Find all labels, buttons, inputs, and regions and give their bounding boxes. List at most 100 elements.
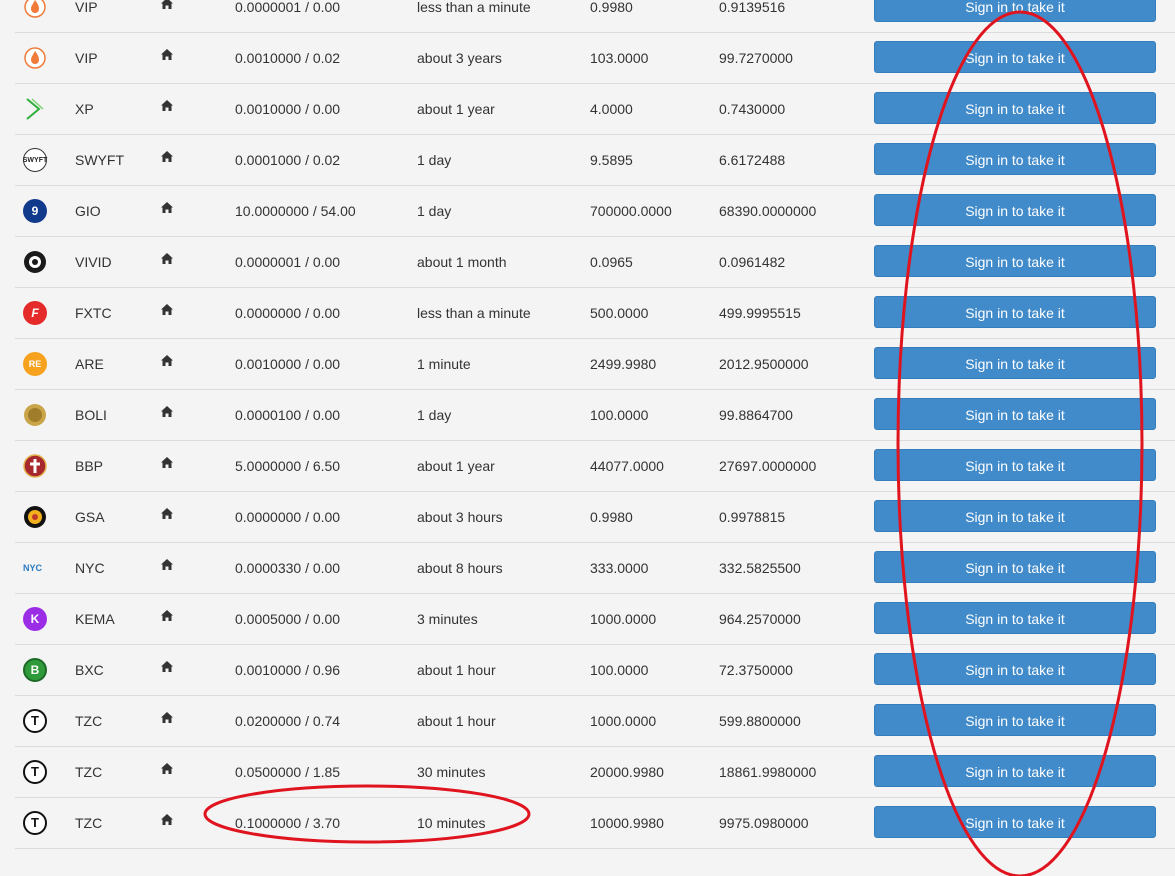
bbp-cross-icon	[23, 454, 47, 478]
sign-in-to-take-button[interactable]: Sign in to take it	[874, 602, 1156, 634]
claim-interval: about 1 hour	[417, 662, 496, 678]
faucet-table: VIP 0.0000001 / 0.00 less than a minute 0.9…	[15, 0, 1175, 849]
home-icon[interactable]	[161, 661, 173, 672]
faucet-remaining: 0.0961482	[719, 254, 786, 270]
faucet-remaining: 99.8864700	[719, 407, 793, 423]
faucet-total: 10000.9980	[590, 815, 664, 831]
boli-coin-icon	[23, 403, 47, 427]
faucet-remaining: 68390.0000000	[719, 203, 817, 219]
reward-amount: 0.0010000 / 0.02	[235, 50, 341, 66]
table-row: T TZC 0.0200000 / 0.74 about 1 hour 1000.000…	[15, 696, 1175, 747]
faucet-remaining: 99.7270000	[719, 50, 793, 66]
coin-symbol: VIVID	[75, 254, 112, 270]
sign-in-to-take-button[interactable]: Sign in to take it	[874, 704, 1156, 736]
sign-in-to-take-button[interactable]: Sign in to take it	[874, 0, 1156, 22]
kema-icon: K	[23, 607, 47, 631]
faucet-total: 9.5895	[590, 152, 633, 168]
reward-amount: 0.0000000 / 0.00	[235, 305, 341, 321]
claim-interval: about 1 year	[417, 101, 495, 117]
coin-symbol: TZC	[75, 815, 103, 831]
table-row: 9 GIO 10.0000000 / 54.00 1 day 700000.0000 68…	[15, 186, 1175, 237]
table-row: XP 0.0010000 / 0.00 about 1 year 4.0000 0.74…	[15, 84, 1175, 135]
sign-in-to-take-button[interactable]: Sign in to take it	[874, 296, 1156, 328]
home-icon[interactable]	[161, 457, 173, 468]
claim-interval: 30 minutes	[417, 764, 486, 780]
sign-in-to-take-button[interactable]: Sign in to take it	[874, 449, 1156, 481]
sign-in-to-take-button[interactable]: Sign in to take it	[874, 653, 1156, 685]
faucet-total: 0.9980	[590, 0, 633, 15]
faucet-total: 333.0000	[590, 560, 649, 576]
faucet-remaining: 9975.0980000	[719, 815, 809, 831]
claim-interval: about 3 years	[417, 50, 502, 66]
sign-in-to-take-button[interactable]: Sign in to take it	[874, 143, 1156, 175]
coin-symbol: GSA	[75, 509, 105, 525]
faucet-remaining: 18861.9980000	[719, 764, 817, 780]
sign-in-to-take-button[interactable]: Sign in to take it	[874, 194, 1156, 226]
xp-arrow-icon	[23, 97, 47, 121]
home-icon[interactable]	[161, 253, 173, 264]
sign-in-to-take-button[interactable]: Sign in to take it	[874, 755, 1156, 787]
home-icon[interactable]	[161, 508, 173, 519]
sign-in-to-take-button[interactable]: Sign in to take it	[874, 41, 1156, 73]
faucet-remaining: 332.5825500	[719, 560, 801, 576]
home-icon[interactable]	[161, 814, 173, 825]
faucet-total: 0.9980	[590, 509, 633, 525]
faucet-total: 2499.9980	[590, 356, 657, 372]
reward-amount: 0.0001000 / 0.02	[235, 152, 341, 168]
table-row: T TZC 0.1000000 / 3.70 10 minutes 10000.9980…	[15, 798, 1175, 849]
home-icon[interactable]	[161, 712, 173, 723]
home-icon[interactable]	[161, 763, 173, 774]
faucet-remaining: 599.8800000	[719, 713, 801, 729]
sign-in-to-take-button[interactable]: Sign in to take it	[874, 551, 1156, 583]
home-icon[interactable]	[161, 406, 173, 417]
sign-in-to-take-button[interactable]: Sign in to take it	[874, 245, 1156, 277]
table-row: SWYFT SWYFT 0.0001000 / 0.02 1 day 9.5895 6.6…	[15, 135, 1175, 186]
claim-interval: less than a minute	[417, 305, 531, 321]
reward-amount: 0.0010000 / 0.00	[235, 356, 341, 372]
gsa-icon	[23, 505, 47, 529]
table-row: VIP 0.0010000 / 0.02 about 3 years 103.0000…	[15, 33, 1175, 84]
vip-flame-icon	[23, 0, 47, 19]
table-row: BBP 5.0000000 / 6.50 about 1 year 44077.000…	[15, 441, 1175, 492]
home-icon[interactable]	[161, 355, 173, 366]
faucet-remaining: 6.6172488	[719, 152, 786, 168]
vip-flame-icon	[23, 46, 47, 70]
coin-symbol: VIP	[75, 0, 98, 15]
faucet-total: 0.0965	[590, 254, 633, 270]
tzc-icon: T	[23, 760, 47, 784]
reward-amount: 0.0005000 / 0.00	[235, 611, 341, 627]
claim-interval: about 1 year	[417, 458, 495, 474]
nyc-icon: NYC	[23, 563, 43, 573]
sign-in-to-take-button[interactable]: Sign in to take it	[874, 347, 1156, 379]
sign-in-to-take-button[interactable]: Sign in to take it	[874, 806, 1156, 838]
tzc-icon: T	[23, 709, 47, 733]
faucet-total: 20000.9980	[590, 764, 664, 780]
coin-symbol: NYC	[75, 560, 105, 576]
sign-in-to-take-button[interactable]: Sign in to take it	[874, 500, 1156, 532]
reward-amount: 5.0000000 / 6.50	[235, 458, 341, 474]
claim-interval: 1 day	[417, 203, 452, 219]
faucet-total: 700000.0000	[590, 203, 672, 219]
table-row: VIP 0.0000001 / 0.00 less than a minute 0.9…	[15, 0, 1175, 33]
table-row: T TZC 0.0500000 / 1.85 30 minutes 20000.9980…	[15, 747, 1175, 798]
home-icon[interactable]	[161, 151, 173, 162]
faucet-total: 1000.0000	[590, 611, 657, 627]
coin-symbol: GIO	[75, 203, 101, 219]
faucet-remaining: 0.9139516	[719, 0, 786, 15]
home-icon[interactable]	[161, 610, 173, 621]
home-icon[interactable]	[161, 559, 173, 570]
home-icon[interactable]	[161, 304, 173, 315]
sign-in-to-take-button[interactable]: Sign in to take it	[874, 398, 1156, 430]
faucet-total: 44077.0000	[590, 458, 664, 474]
faucet-total: 103.0000	[590, 50, 649, 66]
home-icon[interactable]	[161, 100, 173, 111]
faucet-remaining: 964.2570000	[719, 611, 801, 627]
home-icon[interactable]	[161, 202, 173, 213]
faucet-remaining: 2012.9500000	[719, 356, 809, 372]
table-row: NYC NYC 0.0000330 / 0.00 about 8 hours 333.0…	[15, 543, 1175, 594]
sign-in-to-take-button[interactable]: Sign in to take it	[874, 92, 1156, 124]
home-icon[interactable]	[161, 0, 173, 9]
faucet-remaining: 0.9978815	[719, 509, 786, 525]
home-icon[interactable]	[161, 49, 173, 60]
faucet-remaining: 0.7430000	[719, 101, 786, 117]
